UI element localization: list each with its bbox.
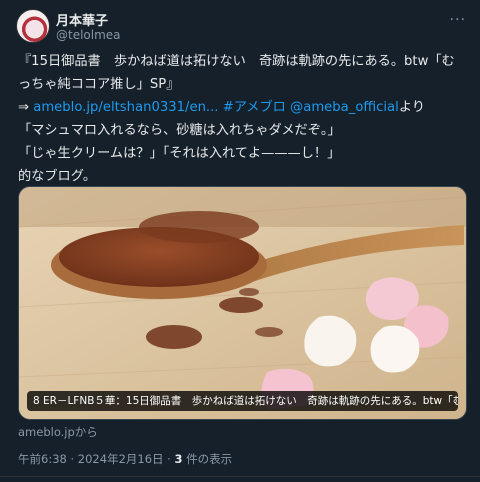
- card-title: 8 ER－LFNB５華：15日御品書 歩かねば道は拓けない 奇跡は軌跡の先にある…: [27, 391, 458, 411]
- link-card[interactable]: 8 ER－LFNB５華：15日御品書 歩かねば道は拓けない 奇跡は軌跡の先にある…: [18, 186, 467, 420]
- mention-link[interactable]: @ameba_official: [290, 100, 399, 115]
- hashtag-link[interactable]: #アメブロ: [223, 100, 286, 115]
- more-options-icon[interactable]: ···: [450, 12, 466, 28]
- tweet-line-5: 「じゃ生クリームは？」「それは入れてよ———し！」: [18, 146, 341, 161]
- blog-link[interactable]: ameblo.jp/eltshan0331/en...: [33, 100, 218, 115]
- tweet-text: 『15日御品書 歩かねば道は拓けない 奇跡は軌跡の先にある。btw「む っちゃ純…: [18, 50, 464, 188]
- tweet-meta: 午前6:38 · 2024年2月16日 · 3 件の表示: [18, 452, 233, 466]
- card-source[interactable]: ameblo.jpから: [18, 424, 98, 440]
- author-display-name[interactable]: 月本華子: [56, 10, 108, 29]
- divider: [0, 476, 480, 477]
- tweet-line-2: っちゃ純ココア推し」SP』: [18, 77, 180, 92]
- tweet-line-3: ⇒ ameblo.jp/eltshan0331/en... #アメブロ @ame…: [18, 96, 464, 119]
- tweet-line-6: 的なブログ。: [18, 169, 97, 184]
- tweet-date[interactable]: 2024年2月16日: [78, 452, 164, 466]
- views-count: 3: [174, 452, 183, 466]
- tweet-line-4: 「マシュマロ入れるなら、砂糖は入れちゃダメだぞ。」: [18, 123, 341, 138]
- views-label: 件の表示: [182, 452, 233, 466]
- author-avatar[interactable]: [16, 9, 50, 43]
- author-handle[interactable]: @telolmea: [56, 28, 121, 42]
- suffix-text: より: [398, 100, 425, 115]
- arrow-prefix: ⇒: [18, 100, 34, 115]
- card-image: [19, 187, 466, 419]
- tweet-line-1: 『15日御品書 歩かねば道は拓けない 奇跡は軌跡の先にある。btw「む: [18, 54, 455, 69]
- tweet-time[interactable]: 午前6:38: [18, 452, 67, 466]
